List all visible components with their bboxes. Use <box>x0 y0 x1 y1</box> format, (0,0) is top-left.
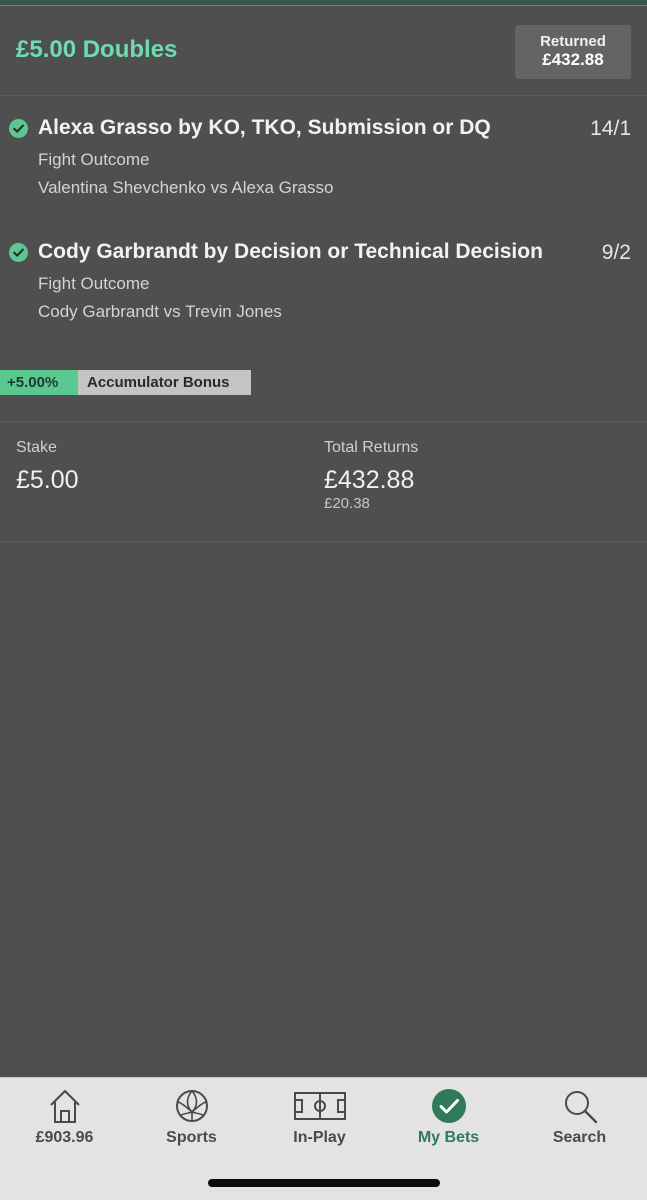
selection-name: Alexa Grasso by KO, TKO, Submission or D… <box>38 116 491 139</box>
check-circle-icon <box>431 1089 466 1123</box>
nav-label-in-play: In-Play <box>293 1129 346 1146</box>
bet-title: £5.00 Doubles <box>16 36 178 63</box>
selection-event: Valentina Shevchenko vs Alexa Grasso <box>38 178 334 197</box>
selection-market: Fight Outcome <box>38 150 150 169</box>
nav-item-in-play[interactable]: In-Play <box>255 1078 384 1158</box>
selection-name: Cody Garbrandt by Decision or Technical … <box>38 240 543 263</box>
nav-label-sports: Sports <box>166 1129 217 1146</box>
returned-label: Returned <box>540 33 606 50</box>
accumulator-bonus-badge: +5.00% Accumulator Bonus <box>0 370 251 395</box>
nav-item-my-bets[interactable]: My Bets <box>384 1078 513 1158</box>
nav-item-search[interactable]: Search <box>515 1078 644 1158</box>
bonus-percent: +5.00% <box>0 370 78 395</box>
home-indicator[interactable] <box>208 1179 440 1187</box>
nav-item-balance[interactable]: £903.96 <box>0 1078 129 1158</box>
pitch-icon <box>293 1092 346 1120</box>
bonus-returns-value: £20.38 <box>324 495 370 512</box>
stake-value: £5.00 <box>16 466 79 494</box>
nav-label-my-bets: My Bets <box>417 1129 480 1146</box>
football-icon <box>175 1090 208 1122</box>
selection-odds: 9/2 <box>601 241 631 264</box>
bet-header: £5.00 Doubles Returned £432.88 <box>0 6 647 96</box>
bonus-label: Accumulator Bonus <box>78 370 251 395</box>
returned-badge: Returned £432.88 <box>515 25 631 79</box>
selection-odds: 14/1 <box>590 117 631 140</box>
search-icon <box>564 1091 597 1124</box>
nav-label-search: Search <box>552 1129 607 1146</box>
total-returns-label: Total Returns <box>324 439 419 456</box>
check-circle-icon <box>9 119 28 138</box>
check-circle-icon <box>9 243 28 262</box>
total-returns-value: £432.88 <box>324 466 415 494</box>
nav-item-sports[interactable]: Sports <box>127 1078 256 1158</box>
stake-label: Stake <box>16 439 57 456</box>
nav-label-balance: £903.96 <box>35 1129 94 1146</box>
returned-amount: £432.88 <box>542 50 604 69</box>
divider <box>0 421 647 422</box>
selection-event: Cody Garbrandt vs Trevin Jones <box>38 302 282 321</box>
home-icon <box>49 1090 80 1123</box>
divider <box>0 541 647 542</box>
selection-market: Fight Outcome <box>38 274 150 293</box>
